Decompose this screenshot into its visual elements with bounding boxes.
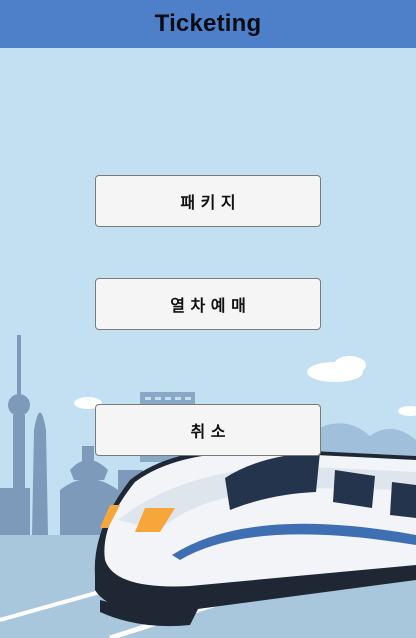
cancel-button[interactable]: 취 소 — [95, 404, 321, 456]
train-background-illustration — [0, 335, 416, 638]
title-bar: Ticketing — [0, 0, 416, 48]
package-button[interactable]: 패 키 지 — [95, 175, 321, 227]
train-reservation-button[interactable]: 열 차 예 매 — [95, 278, 321, 330]
app-title: Ticketing — [154, 10, 262, 37]
